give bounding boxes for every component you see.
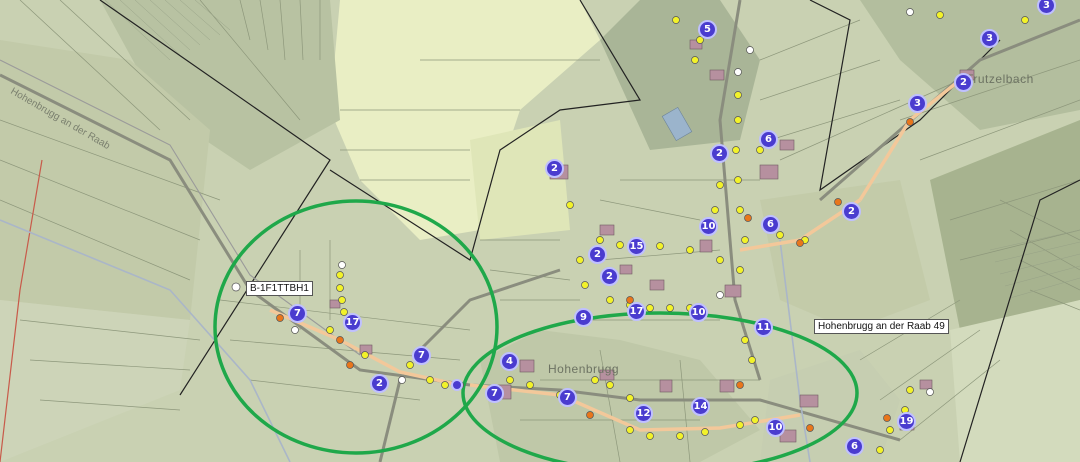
cluster-marker[interactable]: 2 bbox=[370, 374, 389, 393]
cluster-marker[interactable]: 2 bbox=[710, 144, 729, 163]
node-label[interactable]: B-1F1TTBH1 bbox=[246, 281, 313, 296]
cluster-marker[interactable]: 9 bbox=[574, 308, 593, 327]
cluster-marker[interactable]: 7 bbox=[288, 304, 307, 323]
cluster-marker[interactable]: 2 bbox=[588, 245, 607, 264]
cluster-marker[interactable]: 5 bbox=[698, 20, 717, 39]
cluster-marker[interactable]: 15 bbox=[627, 237, 646, 256]
cluster-marker[interactable]: 19 bbox=[897, 412, 916, 431]
cluster-marker[interactable]: 10 bbox=[699, 217, 718, 236]
cluster-marker[interactable]: 7 bbox=[412, 346, 431, 365]
cluster-marker[interactable]: 2 bbox=[545, 159, 564, 178]
cluster-marker[interactable]: 7 bbox=[485, 384, 504, 403]
cluster-marker[interactable]: 17 bbox=[343, 313, 362, 332]
cluster-marker[interactable]: 12 bbox=[634, 404, 653, 423]
map-canvas[interactable] bbox=[0, 0, 1080, 462]
cluster-marker[interactable]: 6 bbox=[759, 130, 778, 149]
cluster-marker[interactable]: 7 bbox=[558, 388, 577, 407]
address-label[interactable]: Hohenbrugg an der Raab 49 bbox=[814, 319, 949, 334]
cluster-marker-small[interactable] bbox=[451, 379, 463, 391]
cluster-marker[interactable]: 17 bbox=[627, 302, 646, 321]
cluster-marker[interactable]: 10 bbox=[689, 303, 708, 322]
cluster-marker[interactable]: 6 bbox=[845, 437, 864, 456]
village-name: Hohenbrugg bbox=[548, 362, 620, 376]
cluster-marker[interactable]: 3 bbox=[908, 94, 927, 113]
cluster-marker[interactable]: 11 bbox=[754, 318, 773, 337]
cluster-marker[interactable]: 6 bbox=[761, 215, 780, 234]
cluster-marker[interactable]: 4 bbox=[500, 352, 519, 371]
cluster-marker[interactable]: 14 bbox=[691, 397, 710, 416]
cluster-marker[interactable]: 3 bbox=[980, 29, 999, 48]
cluster-marker[interactable]: 10 bbox=[766, 418, 785, 437]
hamlet-name: Trutzelbach bbox=[966, 72, 1034, 86]
cluster-marker[interactable]: 2 bbox=[842, 202, 861, 221]
cluster-marker[interactable]: 2 bbox=[600, 267, 619, 286]
cluster-marker[interactable]: 2 bbox=[954, 73, 973, 92]
map-view[interactable]: Hohenbrugg Trutzelbach Hohenbrugg an der… bbox=[0, 0, 1080, 462]
